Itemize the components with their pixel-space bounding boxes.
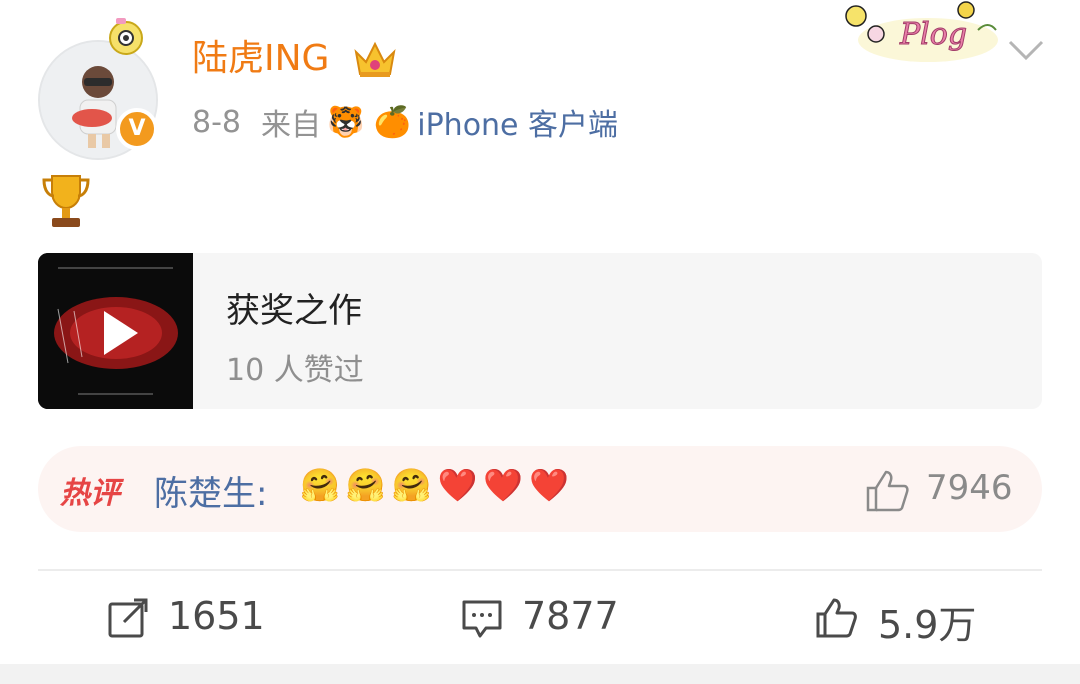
from-label: 来自 <box>261 108 321 143</box>
plog-sticker-icon: Plog <box>838 0 1002 66</box>
like-icon[interactable] <box>814 596 858 640</box>
hot-comment-tag: 热评 <box>60 476 120 511</box>
like-count[interactable]: 5.9万 <box>878 594 976 649</box>
divider <box>38 569 1042 571</box>
chevron-down-icon[interactable] <box>1006 36 1046 64</box>
username[interactable]: 陆虎ING <box>192 36 329 82</box>
video-thumbnail[interactable] <box>38 253 193 409</box>
post-meta: 8-8 来自 🐯 🍊 iPhone 客户端 <box>192 100 618 144</box>
video-likes-text: 10 人赞过 <box>226 353 364 388</box>
hot-comment-text: 🤗🤗🤗❤️❤️❤️ <box>300 466 576 504</box>
client-link[interactable]: iPhone 客户端 <box>417 100 618 144</box>
svg-text:Plog: Plog <box>899 17 967 52</box>
hot-comment-likes: 7946 <box>926 468 1013 508</box>
comment-icon[interactable] <box>460 596 504 640</box>
bottom-strip <box>0 664 1080 684</box>
hot-comment-user[interactable]: 陈楚生: <box>154 466 267 515</box>
camera-badge-icon <box>104 14 148 58</box>
trophy-icon <box>40 172 92 230</box>
verified-v-icon: V <box>116 108 158 150</box>
crown-icon <box>352 38 398 80</box>
device-emojis: 🐯 🍊 <box>327 104 412 140</box>
repost-icon[interactable] <box>106 596 150 640</box>
hot-comment[interactable]: 热评 陈楚生: 🤗🤗🤗❤️❤️❤️ 7946 <box>38 446 1042 532</box>
comment-count[interactable]: 7877 <box>522 594 619 638</box>
post-date: 8-8 <box>192 104 241 140</box>
repost-count[interactable]: 1651 <box>168 594 265 638</box>
video-card[interactable]: 获奖之作 10 人赞过 <box>38 253 1042 409</box>
thumbs-up-icon[interactable] <box>864 468 910 512</box>
video-title: 获奖之作 <box>226 291 362 331</box>
